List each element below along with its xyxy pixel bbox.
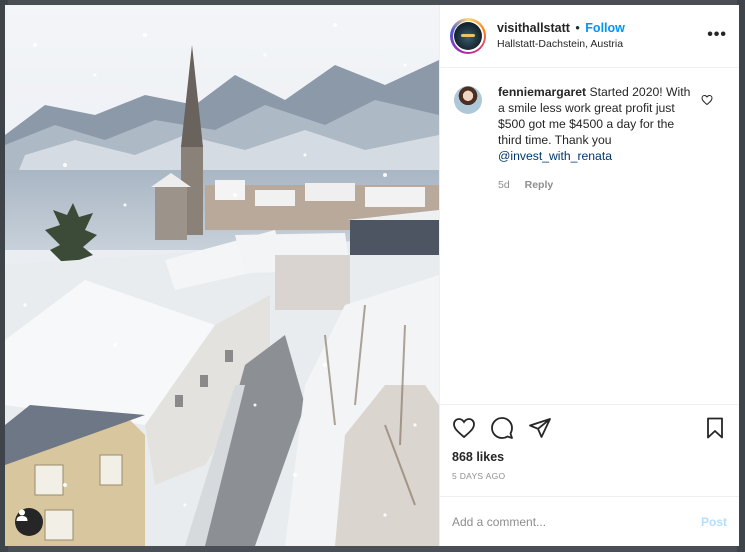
user-tag-icon[interactable]	[15, 508, 43, 536]
post-comment-button[interactable]: Post	[701, 515, 727, 529]
comment-meta: 5d Reply	[498, 177, 698, 193]
heart-icon[interactable]	[701, 94, 713, 106]
post-photo[interactable]	[5, 5, 439, 546]
author-username[interactable]: visithallstatt	[497, 21, 570, 35]
separator-dot: •	[575, 21, 580, 35]
commenter-username[interactable]: fenniemargaret	[498, 85, 586, 99]
comment-age[interactable]: 5d	[498, 179, 510, 191]
comments-list: fenniemargaret Started 2020! With a smil…	[440, 68, 739, 404]
likes-count[interactable]: 868 likes	[452, 450, 727, 464]
person-icon	[16, 509, 28, 521]
more-options-icon[interactable]: •••	[707, 26, 727, 44]
share-button[interactable]	[528, 416, 552, 440]
post-location[interactable]: Hallstatt-Dachstein, Austria	[497, 36, 625, 52]
commenter-avatar[interactable]	[454, 86, 482, 114]
comment-bubble-icon	[491, 417, 513, 439]
post-header: visithallstatt • Follow Hallstatt-Dachst…	[440, 5, 739, 68]
follow-button[interactable]: Follow	[585, 21, 625, 35]
bookmark-icon	[707, 417, 723, 439]
comment-item: fenniemargaret Started 2020! With a smil…	[454, 84, 725, 193]
avatar-image	[454, 22, 482, 50]
post-side-panel: visithallstatt • Follow Hallstatt-Dachst…	[439, 5, 739, 546]
comment-input[interactable]	[452, 514, 672, 529]
author-avatar[interactable]	[450, 18, 486, 54]
post-modal: visithallstatt • Follow Hallstatt-Dachst…	[5, 5, 739, 546]
paper-plane-icon	[529, 418, 551, 438]
post-timestamp[interactable]: 5 DAYS AGO	[452, 471, 727, 481]
comment-text-block: fenniemargaret Started 2020! With a smil…	[498, 84, 698, 164]
comment-mention-link[interactable]: @invest_with_renata	[498, 149, 612, 163]
post-actions: 868 likes 5 DAYS AGO	[440, 404, 739, 481]
comment-button[interactable]	[490, 416, 514, 440]
heart-icon	[453, 418, 475, 439]
add-comment-bar: Post	[440, 496, 739, 546]
save-button[interactable]	[703, 416, 727, 440]
like-button[interactable]	[452, 416, 476, 440]
reply-button[interactable]: Reply	[525, 179, 554, 191]
hallstatt-winter-village-photo	[5, 5, 439, 546]
